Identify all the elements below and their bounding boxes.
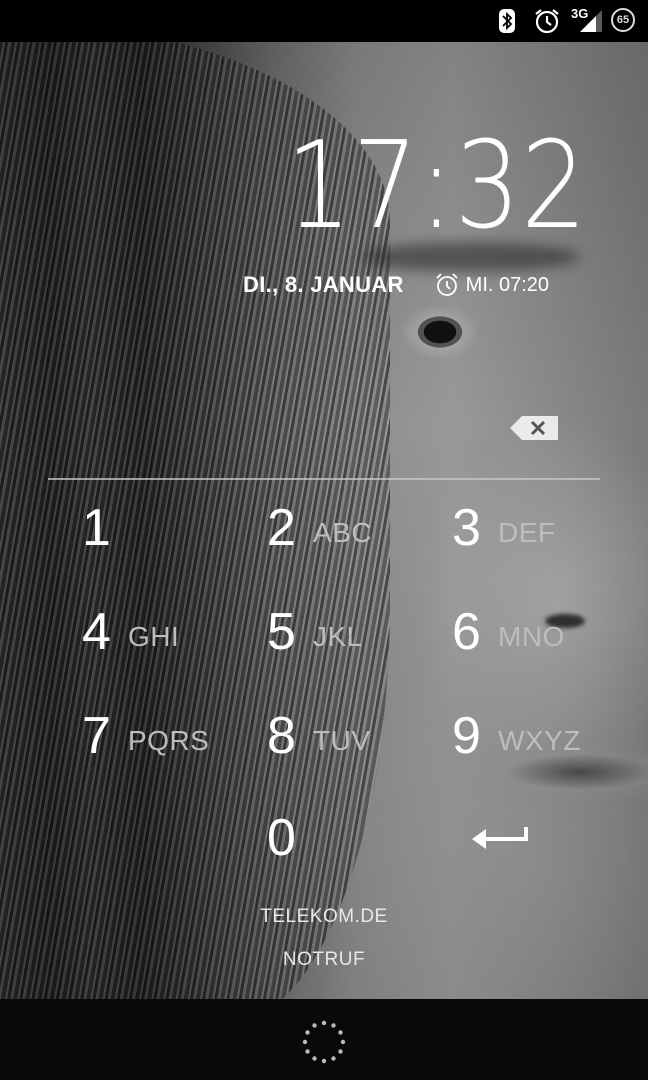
- keypad-key-5[interactable]: 5 JKL: [233, 580, 417, 684]
- keypad-key-0[interactable]: 0: [233, 786, 417, 890]
- keypad-key-1[interactable]: 1: [48, 476, 232, 580]
- enter-arrow-icon: [472, 827, 528, 849]
- backspace-button[interactable]: [508, 413, 560, 443]
- key-digit: 1: [82, 499, 111, 557]
- key-letters: MNO: [498, 621, 565, 652]
- key-letters: DEF: [498, 517, 556, 548]
- key-digit: 3: [452, 499, 481, 557]
- key-letters: PQRS: [128, 725, 210, 756]
- keypad-key-2[interactable]: 2 ABC: [233, 476, 417, 580]
- backspace-icon: [510, 416, 558, 440]
- key-digit: 9: [452, 707, 481, 765]
- carrier-label: TELEKOM.DE: [260, 906, 388, 927]
- key-digit: 4: [82, 603, 111, 661]
- key-letters: WXYZ: [498, 725, 581, 756]
- keypad-key-9[interactable]: 9 WXYZ: [418, 684, 602, 788]
- key-letters: TUV: [313, 725, 371, 756]
- battery-icon: 65: [611, 8, 635, 32]
- date-row: DI., 8. JANUAR MI. 07:20: [243, 270, 549, 300]
- next-alarm: MI. 07:20: [434, 272, 549, 298]
- signal-icon: [580, 10, 602, 32]
- alarm-clock-icon: [436, 273, 458, 296]
- date-label: DI., 8. JANUAR: [243, 272, 404, 297]
- key-digit: 0: [267, 809, 296, 867]
- next-alarm-label: MI. 07:20: [465, 273, 550, 296]
- keypad-key-3[interactable]: 3 DEF: [418, 476, 602, 580]
- battery-level: 65: [616, 14, 630, 26]
- enter-button[interactable]: [418, 786, 602, 890]
- key-letters: GHI: [128, 621, 180, 652]
- lockscreen-clock: 17:32: [286, 117, 588, 256]
- key-digit: 7: [82, 707, 111, 765]
- key-digit: 8: [267, 707, 296, 765]
- alarm-icon: [535, 9, 559, 34]
- key-letters: JKL: [313, 621, 363, 652]
- keypad-key-7[interactable]: 7 PQRS: [48, 684, 232, 788]
- key-digit: 5: [267, 603, 296, 661]
- keypad-key-6[interactable]: 6 MNO: [418, 580, 602, 684]
- keypad-key-8[interactable]: 8 TUV: [233, 684, 417, 788]
- pin-entry-field[interactable]: [48, 400, 600, 480]
- keypad-key-4[interactable]: 4 GHI: [48, 580, 232, 684]
- unlock-handle-icon[interactable]: [301, 1019, 347, 1065]
- key-letters: ABC: [313, 517, 373, 548]
- status-bar: 3G 65: [0, 0, 648, 42]
- bluetooth-icon: [499, 9, 515, 33]
- navigation-bar: [0, 999, 648, 1080]
- key-digit: 2: [267, 499, 296, 557]
- emergency-call-button[interactable]: NOTRUF: [264, 944, 384, 976]
- key-digit: 6: [452, 603, 481, 661]
